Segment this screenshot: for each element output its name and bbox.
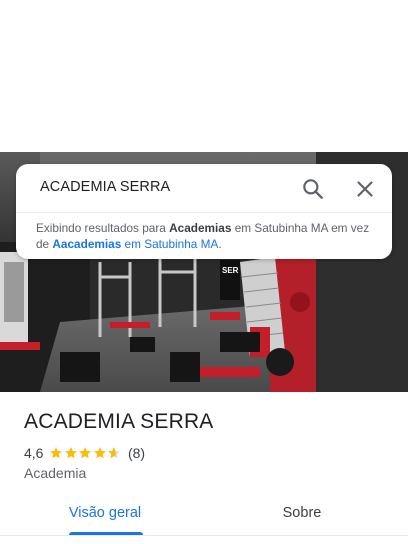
active-tab-indicator [69,532,143,535]
notice-link-term[interactable]: Aacademias [52,237,121,251]
place-title: ACADEMIA SERRA [24,410,214,433]
notice-link-location[interactable]: em Satubinha MA [121,237,219,251]
notice-suffix: . [218,237,222,251]
tabs-divider [0,535,408,536]
search-query-text[interactable]: ACADEMIA SERRA [40,179,170,195]
tab-about-label[interactable]: Sobre [283,505,322,521]
star-icon [65,447,77,459]
star-icon [79,447,92,459]
tab-overview[interactable]: Visão geral [0,496,210,544]
tab-about[interactable]: Sobre [196,496,408,544]
search-card: ACADEMIA SERRA Exibindo resultados para … [16,164,392,259]
gym-sign-text: SER [222,266,239,275]
star-icon [50,447,63,459]
tab-overview-label[interactable]: Visão geral [69,505,141,521]
search-box[interactable]: ACADEMIA SERRA [16,164,392,212]
notice-shown-term: Academias [169,221,232,235]
place-tabs: Visão geral Sobre [0,496,408,544]
star-icon [108,447,121,459]
spelling-notice: Exibindo resultados para Academias em Sa… [36,220,376,252]
rating-row[interactable]: 4,6 (8) [24,444,145,462]
notice-prefix: Exibindo resultados para [36,221,170,235]
search-icon[interactable] [300,176,326,202]
close-icon[interactable] [352,176,378,202]
search-instead-link[interactable]: Aacademias em Satubinha MA [52,237,218,251]
review-count[interactable]: (8) [128,445,145,461]
star-icon [94,447,106,459]
search-divider [16,212,392,213]
place-category[interactable]: Academia [24,465,86,481]
blank-header-area [0,0,408,152]
star-rating [49,446,122,460]
rating-value: 4,6 [24,445,44,461]
